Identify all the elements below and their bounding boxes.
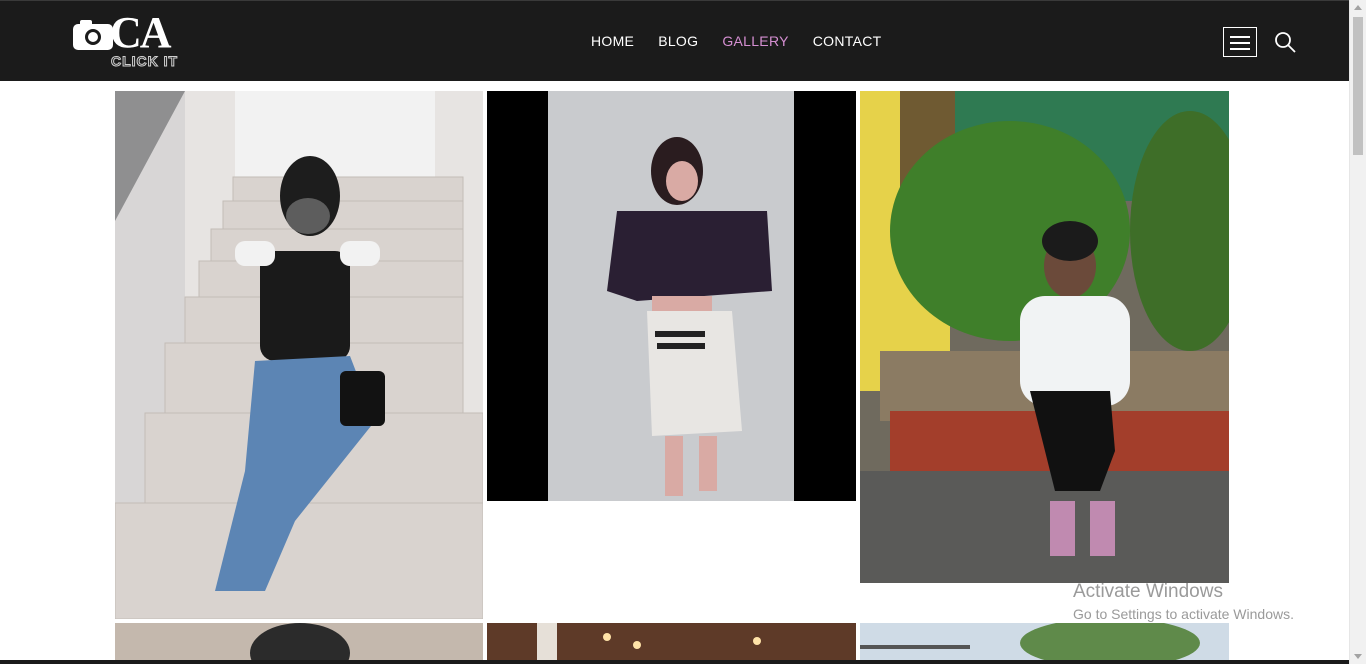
photo-portrait-partial xyxy=(115,623,483,664)
photo-stairs xyxy=(115,91,483,619)
logo-tagline: CLICK IT xyxy=(110,53,179,70)
page: CA CLICK IT HOME BLOG GALLERY CONTACT Ac… xyxy=(0,0,1366,664)
bottom-edge xyxy=(0,660,1349,664)
gallery-photo[interactable] xyxy=(115,91,483,619)
nav-contact[interactable]: CONTACT xyxy=(813,33,882,49)
vertical-scrollbar[interactable] xyxy=(1349,0,1366,664)
gallery-photo[interactable] xyxy=(487,623,856,664)
gallery-photo[interactable] xyxy=(487,91,856,501)
photo-interior-partial xyxy=(487,623,856,664)
logo-text: CA xyxy=(110,8,172,57)
scroll-thumb[interactable] xyxy=(1353,17,1363,155)
scroll-down-icon[interactable] xyxy=(1354,654,1362,659)
scroll-up-icon[interactable] xyxy=(1354,5,1362,10)
search-icon[interactable] xyxy=(1273,30,1297,54)
photo-garden-sitting xyxy=(860,91,1229,583)
nav-blog[interactable]: BLOG xyxy=(658,33,698,49)
navbar: CA CLICK IT HOME BLOG GALLERY CONTACT xyxy=(0,0,1349,81)
activate-windows-title: Activate Windows xyxy=(1073,581,1223,602)
photo-wall-pose xyxy=(487,91,856,501)
hamburger-menu-icon[interactable] xyxy=(1223,27,1257,57)
main-nav: HOME BLOG GALLERY CONTACT xyxy=(591,33,905,49)
site-logo[interactable]: CA CLICK IT xyxy=(72,8,187,71)
nav-home[interactable]: HOME xyxy=(591,33,634,49)
gallery-photo[interactable] xyxy=(860,91,1229,583)
gallery-photo[interactable] xyxy=(860,623,1229,664)
gallery-photo[interactable] xyxy=(115,623,483,664)
nav-gallery[interactable]: GALLERY xyxy=(722,33,788,49)
activate-windows-subtitle: Go to Settings to activate Windows. xyxy=(1073,606,1294,622)
photo-outdoor-partial xyxy=(860,623,1229,664)
camera-icon xyxy=(73,20,113,50)
